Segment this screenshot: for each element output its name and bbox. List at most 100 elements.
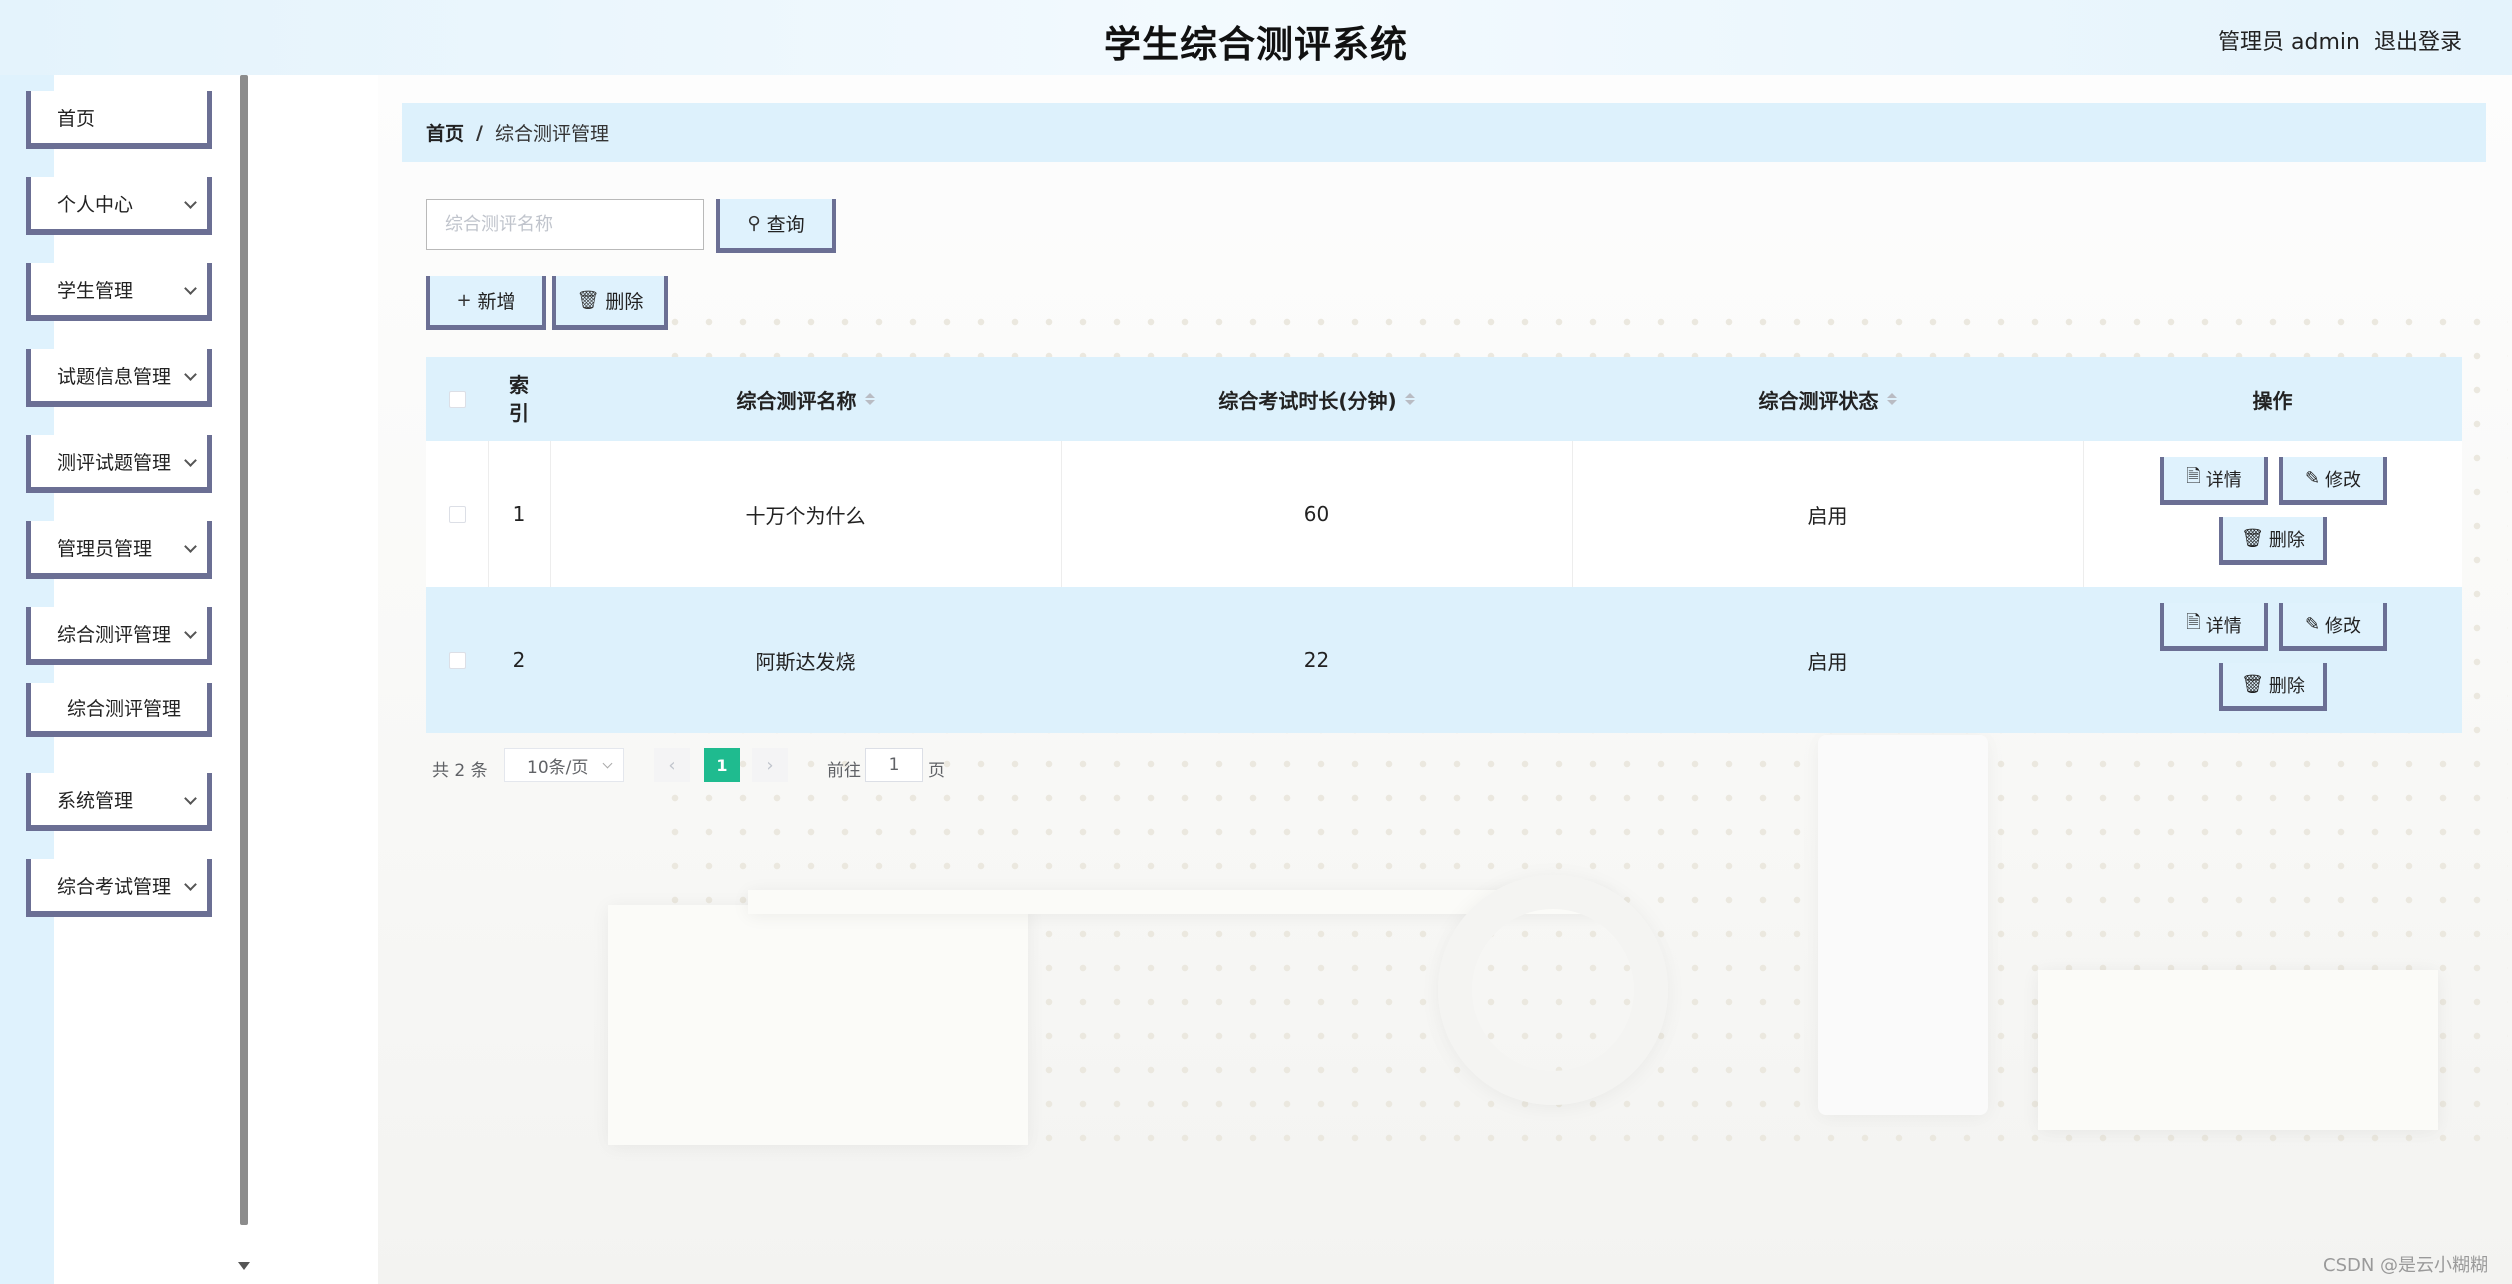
plus-icon: + <box>456 290 472 311</box>
sidebar-panel <box>54 75 378 1284</box>
detail-button-label: 详情 <box>2205 615 2242 637</box>
detail-button[interactable]: 🗎 详情 <box>2160 603 2268 651</box>
row-status: 启用 <box>1807 503 1848 528</box>
document-icon: 🗎 <box>2186 465 2201 487</box>
sidebar-item-label: 综合考试管理 <box>57 875 172 898</box>
chevron-left-icon: ‹ <box>668 754 676 776</box>
background-decoration <box>608 905 1028 1145</box>
chevron-down-icon <box>184 282 197 295</box>
app-title: 学生综合测评系统 <box>1104 23 1408 66</box>
breadcrumb-home[interactable]: 首页 <box>426 119 464 146</box>
next-page-button[interactable]: › <box>752 748 788 782</box>
row-name: 阿斯达发烧 <box>755 649 856 674</box>
batch-delete-button-label: 删除 <box>605 291 644 313</box>
row-select[interactable] <box>426 441 488 587</box>
sidebar-item-label: 管理员管理 <box>57 537 153 560</box>
sidebar-item-eval-questions[interactable]: 测评试题管理 <box>26 435 212 493</box>
page-size-value: 10条/页 <box>527 757 589 778</box>
header-select-all[interactable] <box>426 357 488 441</box>
sidebar-scrollbar[interactable] <box>240 75 248 1225</box>
search-input[interactable] <box>426 199 704 250</box>
sidebar-subitem-comprehensive-eval[interactable]: 综合测评管理 <box>26 683 212 737</box>
breadcrumb: 首页 / 综合测评管理 <box>402 103 2486 162</box>
search-button[interactable]: ⚲ 查询 <box>716 199 836 253</box>
row-index: 1 <box>512 502 526 526</box>
header-name-label: 综合测评名称 <box>736 388 857 413</box>
chevron-down-icon <box>184 196 197 209</box>
sidebar-item-question-info[interactable]: 试题信息管理 <box>26 349 212 407</box>
row-name: 十万个为什么 <box>745 503 866 528</box>
sort-icon[interactable] <box>864 393 875 405</box>
add-button-label: 新增 <box>477 291 516 313</box>
trash-icon: 🗑 <box>576 290 600 311</box>
edit-button[interactable]: ✎ 修改 <box>2279 603 2387 651</box>
header-name[interactable]: 综合测评名称 <box>550 357 1061 441</box>
chevron-down-icon <box>184 626 197 639</box>
delete-button[interactable]: 🗑 删除 <box>2219 517 2327 565</box>
sidebar-item-label: 学生管理 <box>57 279 134 302</box>
detail-button[interactable]: 🗎 详情 <box>2160 457 2268 505</box>
pencil-icon: ✎ <box>2304 468 2321 489</box>
sidebar-item-home[interactable]: 首页 <box>26 91 212 149</box>
chevron-down-icon <box>184 878 197 891</box>
delete-button-label: 删除 <box>2268 675 2305 697</box>
background-decoration <box>2038 970 2438 1130</box>
edit-button-label: 修改 <box>2325 469 2362 491</box>
table-header: 索引 综合测评名称 综合考试时长(分钟) 综合测评状态 操作 <box>426 357 2462 441</box>
sidebar-item-label: 系统管理 <box>57 789 134 812</box>
header-duration-label: 综合考试时长(分钟) <box>1218 388 1397 413</box>
edit-button[interactable]: ✎ 修改 <box>2279 457 2387 505</box>
select-all-checkbox[interactable] <box>448 390 466 408</box>
chevron-down-icon <box>184 454 197 467</box>
row-checkbox[interactable] <box>448 651 466 669</box>
breadcrumb-current: 综合测评管理 <box>494 123 609 145</box>
background-decoration <box>1818 735 1988 1115</box>
breadcrumb-separator: / <box>476 121 483 144</box>
chevron-down-icon <box>184 368 197 381</box>
header-duration[interactable]: 综合考试时长(分钟) <box>1061 357 1572 441</box>
edit-button-label: 修改 <box>2325 615 2362 637</box>
chevron-right-icon: › <box>766 754 774 776</box>
sort-icon[interactable] <box>1886 393 1897 405</box>
sidebar-item-label: 试题信息管理 <box>57 365 172 388</box>
sidebar-item-system-management[interactable]: 系统管理 <box>26 773 212 831</box>
logout-link[interactable]: 退出登录 <box>2374 24 2462 56</box>
sidebar-item-comprehensive-eval[interactable]: 综合测评管理 <box>26 607 212 665</box>
header-status[interactable]: 综合测评状态 <box>1572 357 2083 441</box>
sort-icon[interactable] <box>1404 393 1415 405</box>
sidebar-background <box>0 75 54 1284</box>
goto-label: 前往 <box>827 761 861 781</box>
sidebar-item-label: 个人中心 <box>57 193 134 216</box>
table-row: 2 阿斯达发烧 22 启用 🗎 详情 ✎ 修改 🗑 删除 <box>426 587 2462 733</box>
search-icon: ⚲ <box>747 213 761 234</box>
scroll-down-arrow-icon[interactable] <box>238 1262 250 1270</box>
page-size-select[interactable]: 10条/页 <box>504 748 624 782</box>
prev-page-button[interactable]: ‹ <box>654 748 690 782</box>
sidebar-item-personal-center[interactable]: 个人中心 <box>26 177 212 235</box>
add-button[interactable]: + 新增 <box>426 276 546 330</box>
sidebar-item-student-management[interactable]: 学生管理 <box>26 263 212 321</box>
chevron-down-icon <box>602 758 613 769</box>
table-row: 1 十万个为什么 60 启用 🗎 详情 ✎ 修改 🗑 删除 <box>426 441 2462 587</box>
background-decoration <box>1438 875 1668 1105</box>
search-button-label: 查询 <box>766 214 805 236</box>
row-select[interactable] <box>426 587 488 733</box>
sidebar-item-label: 综合测评管理 <box>57 623 172 646</box>
app-header: 学生综合测评系统 管理员 admin 退出登录 <box>0 0 2512 75</box>
pencil-icon: ✎ <box>2304 614 2321 635</box>
row-index: 2 <box>512 648 526 672</box>
sidebar-item-label: 综合测评管理 <box>67 697 182 720</box>
batch-delete-button[interactable]: 🗑 删除 <box>552 276 668 330</box>
delete-button[interactable]: 🗑 删除 <box>2219 663 2327 711</box>
goto-page-input[interactable] <box>865 748 923 782</box>
pagination-total: 共 2 条 <box>432 761 488 781</box>
detail-button-label: 详情 <box>2205 469 2242 491</box>
sidebar-item-label: 测评试题管理 <box>57 451 172 474</box>
trash-icon: 🗑 <box>2241 528 2264 549</box>
sidebar-item-exam-management[interactable]: 综合考试管理 <box>26 859 212 917</box>
sidebar-item-admin-management[interactable]: 管理员管理 <box>26 521 212 579</box>
header-index: 索引 <box>488 357 550 441</box>
chevron-down-icon <box>184 792 197 805</box>
row-checkbox[interactable] <box>448 505 466 523</box>
page-number-current[interactable]: 1 <box>704 748 740 782</box>
